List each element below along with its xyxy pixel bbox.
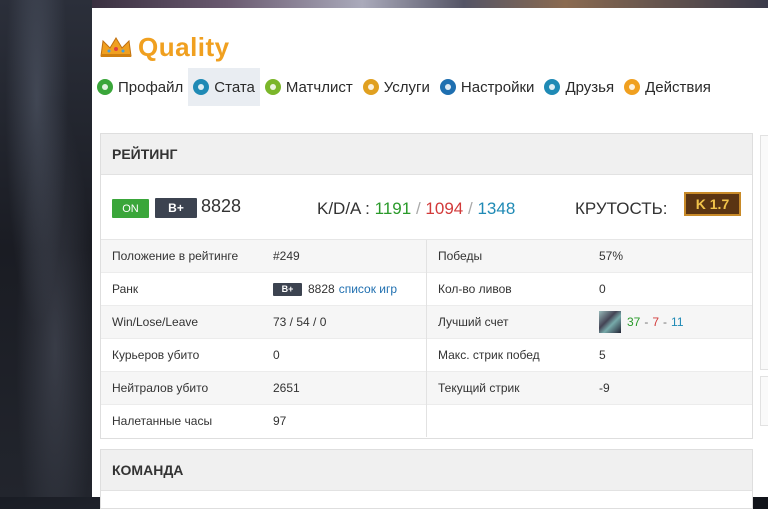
kda-separator: / <box>415 199 421 218</box>
crown-icon <box>100 37 132 57</box>
tab-matchlist[interactable]: Матчлист <box>260 68 358 106</box>
stat-label: Нейтралов убито <box>112 381 209 395</box>
stat-value: 5 <box>599 348 606 362</box>
stat-label: Макс. стрик побед <box>438 348 540 362</box>
score-separator: - <box>644 315 649 329</box>
stat-row: Нейтралов убито 2651 <box>101 372 426 405</box>
stat-value: -9 <box>599 381 610 395</box>
stat-label: Win/Lose/Leave <box>112 315 199 329</box>
rank-badge: B+ <box>155 198 197 218</box>
stat-row: Лучший счет 37 - 7 - 11 <box>427 306 752 339</box>
best-score[interactable]: 37 - 7 - 11 <box>599 311 752 333</box>
rating-panel-title: РЕЙТИНГ <box>101 134 752 175</box>
stat-row: Курьеров убито 0 <box>101 339 426 372</box>
stat-row: Win/Lose/Leave 73 / 54 / 0 <box>101 306 426 339</box>
mmr-value: 8828 <box>201 196 242 216</box>
stat-value: 57% <box>599 249 624 263</box>
background-art-top <box>92 0 768 8</box>
stat-row: Ранк B+ 8828 список игр <box>101 273 426 306</box>
radiation-icon <box>264 79 281 95</box>
best-kills: 37 <box>627 315 641 329</box>
page-container: Quality Профайл Стата Матчлист Услуги На… <box>92 8 768 509</box>
background-art-left <box>0 0 92 497</box>
profile-tabs: Профайл Стата Матчлист Услуги Настройки … <box>92 68 716 106</box>
score-separator: - <box>663 315 668 329</box>
assists-value: 1348 <box>477 199 516 218</box>
side-panel-edge <box>760 376 768 426</box>
stats-column-left: Положение в рейтинге #249 Ранк B+ 8828 с… <box>101 240 427 437</box>
hero-portrait <box>599 311 621 333</box>
list-icon <box>624 79 641 95</box>
stat-value: 0 <box>599 282 606 296</box>
stat-row: Налетанные часы 97 <box>101 405 426 437</box>
rank-value: 8828 <box>308 282 335 296</box>
friends-icon <box>544 79 561 95</box>
stat-label: Налетанные часы <box>112 414 213 428</box>
kills-value: 1191 <box>374 199 412 218</box>
kda-label: K/D/A : <box>317 199 370 218</box>
stat-value: 73 / 54 / 0 <box>273 315 327 329</box>
tab-label: Действия <box>645 78 711 96</box>
side-panel-edge <box>760 135 768 370</box>
best-deaths: 7 <box>652 315 660 329</box>
stat-label: Лучший счет <box>438 315 509 329</box>
stat-label: Кол-во ливов <box>438 282 512 296</box>
stat-row: Победы 57% <box>427 240 752 273</box>
coolness-badge: K 1.7 <box>684 192 741 216</box>
site-logo[interactable]: Quality <box>100 30 230 64</box>
stat-row: Текущий стрик -9 <box>427 372 752 405</box>
stat-label: Курьеров убито <box>112 348 200 362</box>
coolness-label: КРУТОСТЬ: <box>575 199 668 218</box>
smile-icon <box>97 79 113 95</box>
tab-label: Матчлист <box>285 78 353 96</box>
stat-row: Положение в рейтинге #249 <box>101 240 426 273</box>
tab-label: Стата <box>214 78 255 96</box>
tab-label: Профайл <box>118 78 184 96</box>
stat-value: 0 <box>273 348 280 362</box>
stats-column-right: Победы 57% Кол-во ливов 0 Лучший счет 37… <box>427 240 752 437</box>
stat-row: Кол-во ливов 0 <box>427 273 752 306</box>
stat-row-empty <box>427 405 752 437</box>
globe-icon <box>362 79 379 95</box>
tab-services[interactable]: Услуги <box>358 68 435 106</box>
tab-label: Друзья <box>565 78 615 96</box>
stat-value: 97 <box>273 414 287 428</box>
tab-friends[interactable]: Друзья <box>539 68 619 106</box>
tab-settings[interactable]: Настройки <box>435 68 540 106</box>
stat-label: Положение в рейтинге <box>112 249 239 263</box>
info-icon <box>193 79 210 95</box>
stat-label: Ранк <box>112 282 139 296</box>
rating-summary: ON B+ 8828 K/D/A : 1191 / 1094 / 1348 КР… <box>101 175 752 240</box>
brand-name: Quality <box>138 31 230 62</box>
stat-row: Макс. стрик побед 5 <box>427 339 752 372</box>
tab-label: Настройки <box>460 78 535 96</box>
tab-actions[interactable]: Действия <box>619 68 716 106</box>
deaths-value: 1094 <box>425 199 464 218</box>
kda-summary: K/D/A : 1191 / 1094 / 1348 <box>317 199 515 219</box>
team-panel: КОМАНДА <box>100 449 753 509</box>
tab-profile[interactable]: Профайл <box>92 68 188 106</box>
stat-value: 2651 <box>273 381 300 395</box>
team-panel-title: КОМАНДА <box>101 450 752 491</box>
status-badge: ON <box>112 199 149 218</box>
kda-separator: / <box>467 199 473 218</box>
games-list-link[interactable]: список игр <box>339 282 397 296</box>
best-assists: 11 <box>671 315 684 329</box>
settings-icon <box>439 79 456 95</box>
stat-label: Текущий стрик <box>438 381 520 395</box>
stats-grid: Положение в рейтинге #249 Ранк B+ 8828 с… <box>101 240 752 437</box>
stat-value: #249 <box>273 249 300 263</box>
rating-panel: РЕЙТИНГ ON B+ 8828 K/D/A : 1191 / 1094 /… <box>100 133 753 439</box>
rank-badge-small: B+ <box>273 282 302 296</box>
tab-label: Услуги <box>383 78 430 96</box>
tab-stats[interactable]: Стата <box>188 68 260 106</box>
stat-label: Победы <box>438 249 483 263</box>
stat-value-rank: B+ 8828 список игр <box>273 282 426 296</box>
